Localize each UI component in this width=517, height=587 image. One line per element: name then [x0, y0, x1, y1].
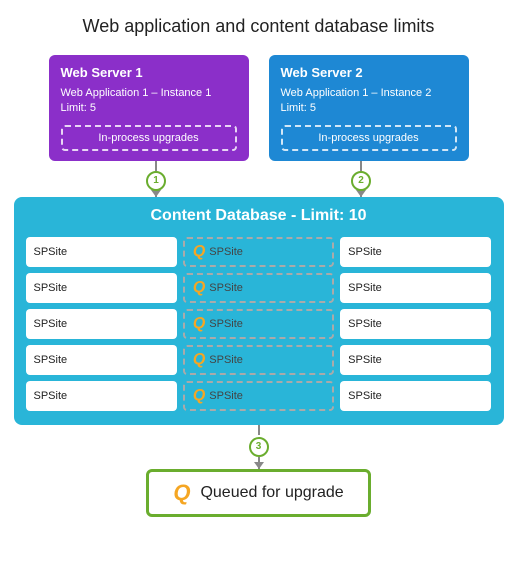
arrow-3-top	[258, 425, 260, 435]
spsite-label: SPSite	[209, 318, 243, 330]
queued-q-icon: Q	[173, 482, 190, 504]
arrow-1-top	[155, 161, 157, 171]
q-icon: Q	[193, 352, 205, 368]
spsite-label: SPSite	[209, 354, 243, 366]
arrow-2: 2	[351, 161, 371, 197]
web-server-2-inprocess: In-process upgrades	[281, 125, 457, 151]
spsite-cell: SPSite	[26, 273, 177, 303]
arrow-1-num: 1	[146, 171, 166, 191]
spsite-cell-queued: Q SPSite	[183, 381, 334, 411]
queued-label: Queued for upgrade	[200, 484, 343, 502]
spsite-cell: SPSite	[340, 381, 491, 411]
col-2: Q SPSite Q SPSite Q SPSite Q SPSite	[183, 237, 334, 411]
spsite-cell: SPSite	[340, 345, 491, 375]
web-server-1: Web Server 1 Web Application 1 – Instanc…	[49, 55, 249, 161]
web-server-1-title: Web Server 1	[61, 65, 237, 80]
col-3: SPSite SPSite SPSite SPSite SPSite	[340, 237, 491, 411]
q-icon: Q	[193, 316, 205, 332]
q-icon: Q	[193, 388, 205, 404]
spsite-label: SPSite	[348, 246, 382, 258]
web-server-1-instance: Web Application 1 – Instance 1Limit: 5	[61, 86, 237, 117]
spsite-label: SPSite	[34, 282, 68, 294]
spsite-cell: SPSite	[340, 273, 491, 303]
spsite-cell: SPSite	[26, 381, 177, 411]
arrow-2-bottom	[360, 191, 362, 197]
spsite-label: SPSite	[34, 390, 68, 402]
spsite-cell-queued: Q SPSite	[183, 273, 334, 303]
spsite-cell: SPSite	[340, 237, 491, 267]
spsite-cell-queued: Q SPSite	[183, 345, 334, 375]
arrow-1: 1	[146, 161, 166, 197]
spsite-label: SPSite	[34, 318, 68, 330]
spsite-label: SPSite	[348, 318, 382, 330]
spsite-cell: SPSite	[26, 237, 177, 267]
web-server-2: Web Server 2 Web Application 1 – Instanc…	[269, 55, 469, 161]
spsite-label: SPSite	[209, 390, 243, 402]
web-server-1-inprocess: In-process upgrades	[61, 125, 237, 151]
arrow-3-num: 3	[249, 437, 269, 457]
spsite-label: SPSite	[209, 246, 243, 258]
arrow-1-bottom	[155, 191, 157, 197]
spsite-cell-queued: Q SPSite	[183, 237, 334, 267]
web-servers-row: Web Server 1 Web Application 1 – Instanc…	[14, 55, 504, 161]
arrow-3-line	[258, 457, 260, 469]
spsite-label: SPSite	[348, 354, 382, 366]
arrow-3: 3	[249, 425, 269, 469]
queued-for-upgrade-box: Q Queued for upgrade	[146, 469, 370, 517]
arrow-2-num: 2	[351, 171, 371, 191]
q-icon: Q	[193, 244, 205, 260]
web-server-2-title: Web Server 2	[281, 65, 457, 80]
arrow-2-top	[360, 161, 362, 171]
spsite-cell: SPSite	[340, 309, 491, 339]
spsite-label: SPSite	[348, 282, 382, 294]
spsite-cell: SPSite	[26, 309, 177, 339]
spsite-grid: SPSite SPSite SPSite SPSite SPSite	[26, 237, 492, 411]
arrows-row: 1 2	[14, 161, 504, 197]
spsite-label: SPSite	[209, 282, 243, 294]
page-title: Web application and content database lim…	[83, 16, 435, 37]
web-server-2-instance: Web Application 1 – Instance 2Limit: 5	[281, 86, 457, 117]
q-icon: Q	[193, 280, 205, 296]
spsite-label: SPSite	[348, 390, 382, 402]
spsite-cell-queued: Q SPSite	[183, 309, 334, 339]
spsite-label: SPSite	[34, 246, 68, 258]
col-1: SPSite SPSite SPSite SPSite SPSite	[26, 237, 177, 411]
spsite-cell: SPSite	[26, 345, 177, 375]
spsite-label: SPSite	[34, 354, 68, 366]
content-db-title: Content Database - Limit: 10	[26, 207, 492, 225]
content-database: Content Database - Limit: 10 SPSite SPSi…	[14, 197, 504, 425]
